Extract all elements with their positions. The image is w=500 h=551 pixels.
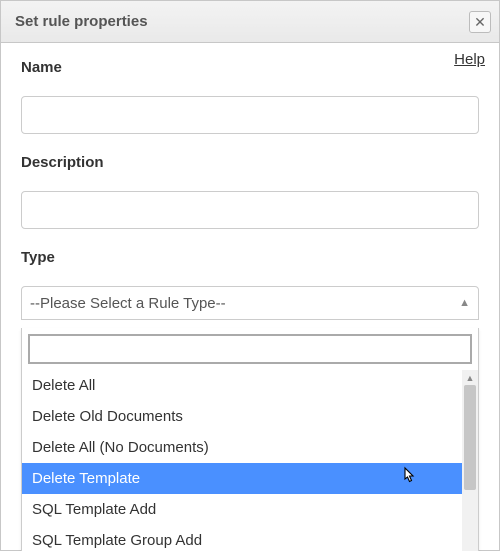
name-label: Name xyxy=(21,59,479,76)
dropdown-list: Delete All Delete Old Documents Delete A… xyxy=(22,370,478,551)
dropdown-search-wrap xyxy=(22,328,478,370)
dropdown-item-delete-template[interactable]: Delete Template xyxy=(22,463,478,494)
dropdown-search-input[interactable] xyxy=(28,334,472,364)
dropdown-scrollbar[interactable]: ▲ ▼ xyxy=(462,370,478,551)
dialog-titlebar: Set rule properties ✕ xyxy=(1,1,499,43)
dialog-title: Set rule properties xyxy=(15,13,148,30)
close-button[interactable]: ✕ xyxy=(469,11,491,33)
dialog-content: Name Description Type --Please Select a … xyxy=(1,43,499,320)
rule-properties-dialog: Set rule properties ✕ Help Name Descript… xyxy=(0,0,500,551)
type-label: Type xyxy=(21,249,479,266)
dropdown-item-sql-template-add[interactable]: SQL Template Add xyxy=(22,494,478,525)
scrollbar-thumb[interactable] xyxy=(464,385,476,490)
dropdown-item-delete-all[interactable]: Delete All xyxy=(22,370,478,401)
scroll-up-icon[interactable]: ▲ xyxy=(462,370,478,385)
dropdown-item-delete-old-documents[interactable]: Delete Old Documents xyxy=(22,401,478,432)
type-select[interactable]: --Please Select a Rule Type-- ▲ xyxy=(21,286,479,320)
help-link[interactable]: Help xyxy=(454,51,485,68)
dropdown-item-sql-template-group-add[interactable]: SQL Template Group Add xyxy=(22,525,478,551)
dropdown-item-delete-all-no-documents[interactable]: Delete All (No Documents) xyxy=(22,432,478,463)
type-select-value: --Please Select a Rule Type-- xyxy=(30,295,226,312)
name-input[interactable] xyxy=(21,96,479,134)
close-icon: ✕ xyxy=(474,15,486,29)
chevron-up-icon: ▲ xyxy=(459,297,470,309)
type-dropdown: Delete All Delete Old Documents Delete A… xyxy=(21,328,479,551)
scrollbar-track[interactable] xyxy=(462,385,478,550)
description-label: Description xyxy=(21,154,479,171)
description-input[interactable] xyxy=(21,191,479,229)
